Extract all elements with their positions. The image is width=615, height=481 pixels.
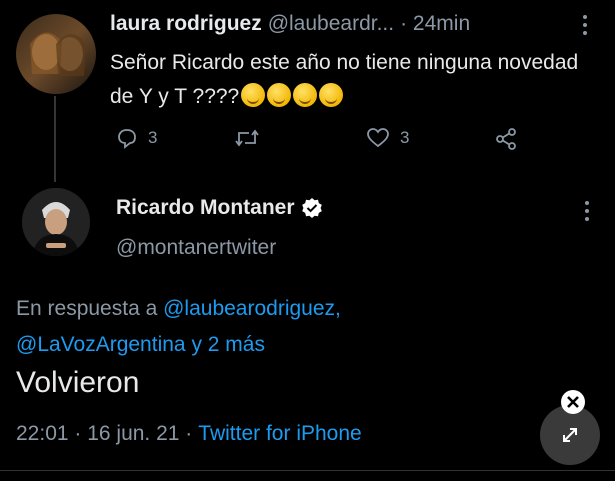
like-action[interactable]: 3 <box>366 127 409 149</box>
reply-icon <box>118 129 136 149</box>
main-tweet-text: Volvieron <box>16 366 140 399</box>
like-count: 3 <box>400 128 410 147</box>
laura-avatar[interactable] <box>16 14 96 94</box>
expand-icon <box>563 428 577 442</box>
reply-time[interactable]: · 24min <box>400 12 470 36</box>
emoji-row <box>239 83 344 108</box>
main-more-icon[interactable] <box>584 200 590 222</box>
laura-avatar-image <box>30 32 86 76</box>
share-icon <box>496 128 516 150</box>
hand-over-mouth-emoji-icon <box>267 83 292 107</box>
reply-to-more-link[interactable]: y 2 más <box>191 333 265 356</box>
close-icon <box>567 396 579 408</box>
reply-to-link-1[interactable]: @laubearodriguez, <box>163 297 341 320</box>
reply-action[interactable]: 3 <box>116 127 157 149</box>
retweet-icon <box>235 129 259 147</box>
main-source-link[interactable]: Twitter for iPhone <box>198 422 361 446</box>
ricardo-avatar[interactable] <box>22 188 90 256</box>
main-timestamp[interactable]: 22:01 · 16 jun. 21 · <box>16 422 192 446</box>
reply-to-link-2[interactable]: @LaVozArgentina <box>16 333 186 356</box>
ricardo-avatar-image <box>22 188 90 256</box>
reply-more-icon[interactable] <box>582 14 588 36</box>
verified-badge-icon <box>301 198 322 218</box>
thread-line <box>54 96 56 182</box>
share-action[interactable] <box>494 127 518 151</box>
reply-author-name[interactable]: laura rodriguez <box>110 12 262 36</box>
reply-text: Señor Ricardo este año no tiene ninguna … <box>110 51 579 108</box>
close-button[interactable] <box>561 390 585 414</box>
main-author-name[interactable]: Ricardo Montaner <box>116 196 295 220</box>
reply-author-handle[interactable]: @laubeardr... <box>268 12 394 36</box>
reply-prefix: En respuesta a <box>16 297 158 320</box>
reply-count: 3 <box>148 128 158 147</box>
divider <box>0 470 615 471</box>
hand-over-mouth-emoji-icon <box>293 83 318 107</box>
retweet-action[interactable] <box>234 127 270 149</box>
reply-context: En respuesta a @laubearodriguez, @LaVozA… <box>16 291 606 363</box>
expand-button[interactable] <box>540 405 600 465</box>
like-icon <box>367 128 389 148</box>
main-author-handle[interactable]: @montanertwiter <box>116 236 276 260</box>
hand-over-mouth-emoji-icon <box>319 83 344 107</box>
hand-over-mouth-emoji-icon <box>241 83 266 107</box>
